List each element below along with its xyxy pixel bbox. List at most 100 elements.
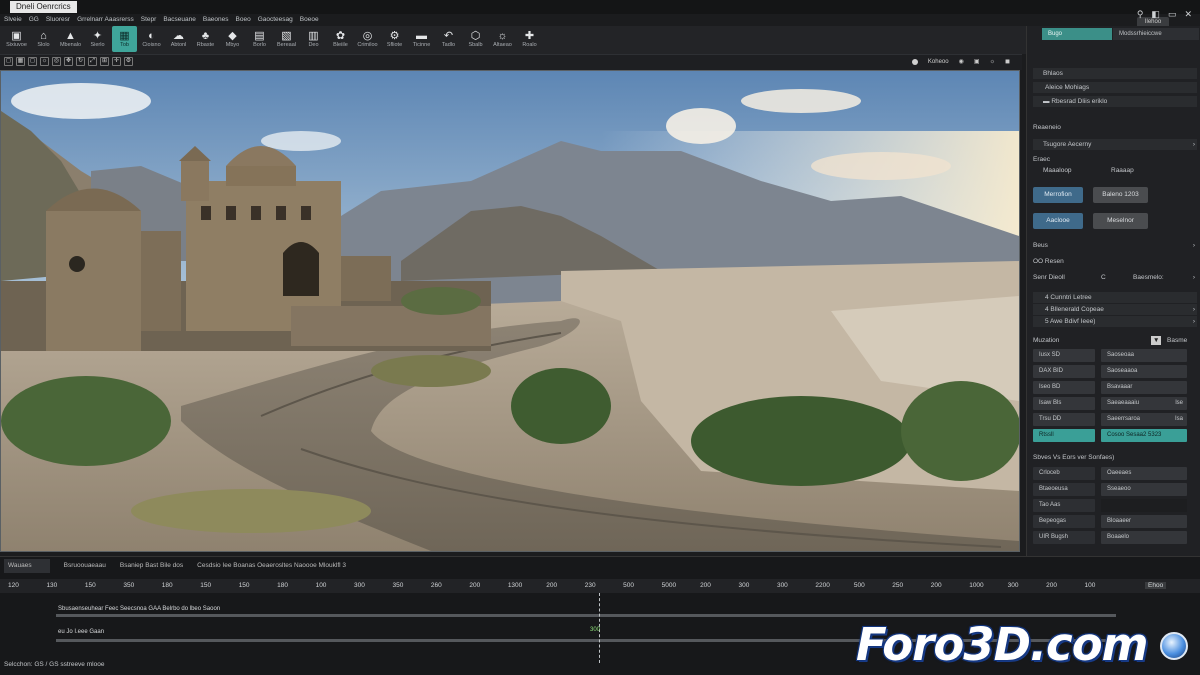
ruler-tick-label: 150: [84, 582, 96, 589]
menu-item[interactable]: Bacseuane: [163, 14, 196, 26]
tool-select-button[interactable]: ▣ Sixiuvoe: [4, 26, 29, 52]
grid-cell[interactable]: Bsavaaar: [1101, 381, 1187, 394]
tool-light-button[interactable]: ☼ Altaeao: [490, 26, 515, 52]
viewport-settings-icon[interactable]: ⚙: [124, 57, 133, 66]
tool-settings-button[interactable]: ⚙ Sfliote: [382, 26, 407, 52]
tool-label: Mbyo: [225, 41, 240, 48]
grid-cell[interactable]: Saeaeaaaiu lse: [1101, 397, 1187, 410]
dropdown-1[interactable]: Tsugore Aecerny ›: [1033, 139, 1197, 150]
tool-label: Cioisno: [142, 41, 161, 48]
tool-grid-button[interactable]: ▦ Tob: [112, 26, 137, 52]
tool-terrain-button[interactable]: ▲ Mbenalo: [58, 26, 83, 52]
sun-icon[interactable]: ☼: [990, 59, 996, 65]
grid-cell-selected[interactable]: Cosoo Sesaa2 5323: [1101, 429, 1187, 442]
tool-undo-button[interactable]: ↶ Tadlo: [436, 26, 461, 52]
tool-label: Crimiloo: [357, 41, 378, 48]
menu-item[interactable]: Slveie: [4, 14, 22, 26]
tool-sculpt-button[interactable]: ✦ Sierlo: [85, 26, 110, 52]
tool-home-button[interactable]: ⌂ Slolo: [31, 26, 56, 52]
viewport-select-icon[interactable]: ◻: [4, 57, 13, 66]
timeline-tab[interactable]: Wauaes: [4, 559, 50, 573]
search-icon[interactable]: ⚲: [1137, 9, 1144, 20]
timeline-ruler[interactable]: 120 130 150 350 180 150 150 180 100 300 350 260 200 1…: [0, 579, 1200, 593]
field-value[interactable]: [1101, 499, 1187, 512]
list-item[interactable]: 5 Awe Bdivf Ieee) ›: [1033, 316, 1197, 327]
panel-tab-active[interactable]: Bugo: [1042, 28, 1112, 40]
menu-item[interactable]: GG: [29, 14, 39, 26]
panel-tab-secondary[interactable]: Modssrhieiccwe: [1113, 28, 1199, 40]
grid-cell[interactable]: Iseo BD: [1033, 381, 1095, 394]
menu-item[interactable]: Stepr: [141, 14, 157, 26]
tool-object-button[interactable]: ⬡ Sbalb: [463, 26, 488, 52]
grid-cell[interactable]: Iusx SD: [1033, 349, 1095, 362]
field-value[interactable]: Boaaelo: [1101, 531, 1187, 544]
timeline-track-1[interactable]: [56, 614, 1116, 617]
viewport-light-icon[interactable]: ☼: [40, 57, 49, 66]
grid-cell[interactable]: Isaw Bls: [1033, 397, 1095, 410]
grid-cell-selected[interactable]: Rtssll: [1033, 429, 1095, 442]
maximize-icon[interactable]: ◼: [1005, 58, 1010, 65]
timeline-tab[interactable]: Bsaniep Bast Bile dos: [120, 559, 183, 573]
grid-cell[interactable]: DAX BID: [1033, 365, 1095, 378]
viewport-rotate-icon[interactable]: ↻: [76, 57, 85, 66]
tool-label: Sixiuvoe: [6, 41, 27, 48]
ruler-tick-label: 500: [853, 582, 865, 589]
ruler-tick-label: 300: [354, 582, 365, 589]
menu-item[interactable]: Grrelnarr Aaasrerss: [77, 14, 134, 26]
grid-cell[interactable]: Saoseaaoa: [1101, 365, 1187, 378]
close-icon[interactable]: ✕: [1184, 9, 1192, 20]
baleno-button[interactable]: Baleno 1203: [1093, 187, 1148, 203]
grid-cell[interactable]: Saeerrsaroa Isa: [1101, 413, 1187, 426]
tool-layers-button[interactable]: ▤ Borlo: [247, 26, 272, 52]
menu-item[interactable]: Boeoe: [300, 14, 319, 26]
tool-material-button[interactable]: ◆ Mbyo: [220, 26, 245, 52]
viewport-grid-icon[interactable]: ▦: [16, 57, 25, 66]
viewport-move-icon[interactable]: ✥: [64, 57, 73, 66]
list-item[interactable]: 4 Bllenerald Copeae ›: [1033, 304, 1197, 315]
viewport-snap-icon[interactable]: ⊞: [100, 57, 109, 66]
lock-icon[interactable]: ▣: [974, 58, 980, 65]
ruler-tick-label: 100: [315, 582, 327, 589]
tool-sky-button[interactable]: ☁ Abtonl: [166, 26, 191, 52]
tool-texture-button[interactable]: ▧ Bereaal: [274, 26, 299, 52]
merrofion-button[interactable]: Merrofion: [1033, 187, 1083, 203]
window-icon[interactable]: ▭: [1168, 9, 1177, 20]
dropdown-arrow-icon[interactable]: ▼: [1151, 336, 1162, 345]
grid-cell[interactable]: Saoseoaa: [1101, 349, 1187, 362]
tool-timeline-icon: ▬: [416, 29, 427, 42]
tool-paint-button[interactable]: ▥ Deo: [301, 26, 326, 52]
timeline-tab[interactable]: Cesdsio Iee Boanas Oeaerosltes Naoooe Ml…: [197, 559, 346, 573]
panel-item-2[interactable]: ▬ Rbesrad Dliis eriklo: [1033, 96, 1197, 107]
tool-label: Bereaal: [277, 41, 296, 48]
tool-render-button[interactable]: ✚ Roalo: [517, 26, 542, 52]
field-value[interactable]: Oaeeaes: [1101, 467, 1187, 480]
record-icon[interactable]: [911, 58, 918, 65]
menu-item[interactable]: Gaocteesag: [258, 14, 293, 26]
layout-icon[interactable]: ◧: [1151, 9, 1160, 20]
eye-icon[interactable]: ◉: [959, 58, 964, 65]
field-value[interactable]: Bloaaeer: [1101, 515, 1187, 528]
tool-shade-button[interactable]: ◐ Cioisno: [139, 26, 164, 52]
field-value[interactable]: Sseaeoo: [1101, 483, 1187, 496]
viewport-camera-icon[interactable]: ◎: [52, 57, 61, 66]
tool-foliage-button[interactable]: ♣ Rbaste: [193, 26, 218, 52]
tool-texture-icon: ▧: [281, 29, 292, 42]
menu-item[interactable]: Boeo: [236, 14, 251, 26]
meselnor-button[interactable]: Meselnor: [1093, 213, 1148, 229]
viewport-scale-icon[interactable]: ⤢: [88, 57, 97, 66]
aaclooe-button[interactable]: Aaclooe: [1033, 213, 1083, 229]
3d-viewport[interactable]: [0, 70, 1020, 552]
viewport-mode-label[interactable]: Koheoo: [928, 59, 949, 65]
panel-item-1[interactable]: Aleice Mohiags: [1033, 82, 1197, 93]
tool-timeline-button[interactable]: ▬ Ticinne: [409, 26, 434, 52]
menu-item[interactable]: Baeones: [203, 14, 229, 26]
viewport-gizmo-icon[interactable]: ✛: [112, 57, 121, 66]
timeline-end-tag[interactable]: Ehoo: [1145, 582, 1167, 589]
viewport-frame-icon[interactable]: ◻: [28, 57, 37, 66]
tool-camera-button[interactable]: ◎ Crimiloo: [355, 26, 380, 52]
timeline-tab[interactable]: Bsruoouaeaau: [64, 559, 106, 573]
menu-item[interactable]: Sluoresr: [46, 14, 70, 26]
tool-scatter-button[interactable]: ✿ Bleiile: [328, 26, 353, 52]
grid-cell[interactable]: Trsu DD: [1033, 413, 1095, 426]
list-item[interactable]: 4 Cunntri Letree: [1033, 292, 1197, 303]
